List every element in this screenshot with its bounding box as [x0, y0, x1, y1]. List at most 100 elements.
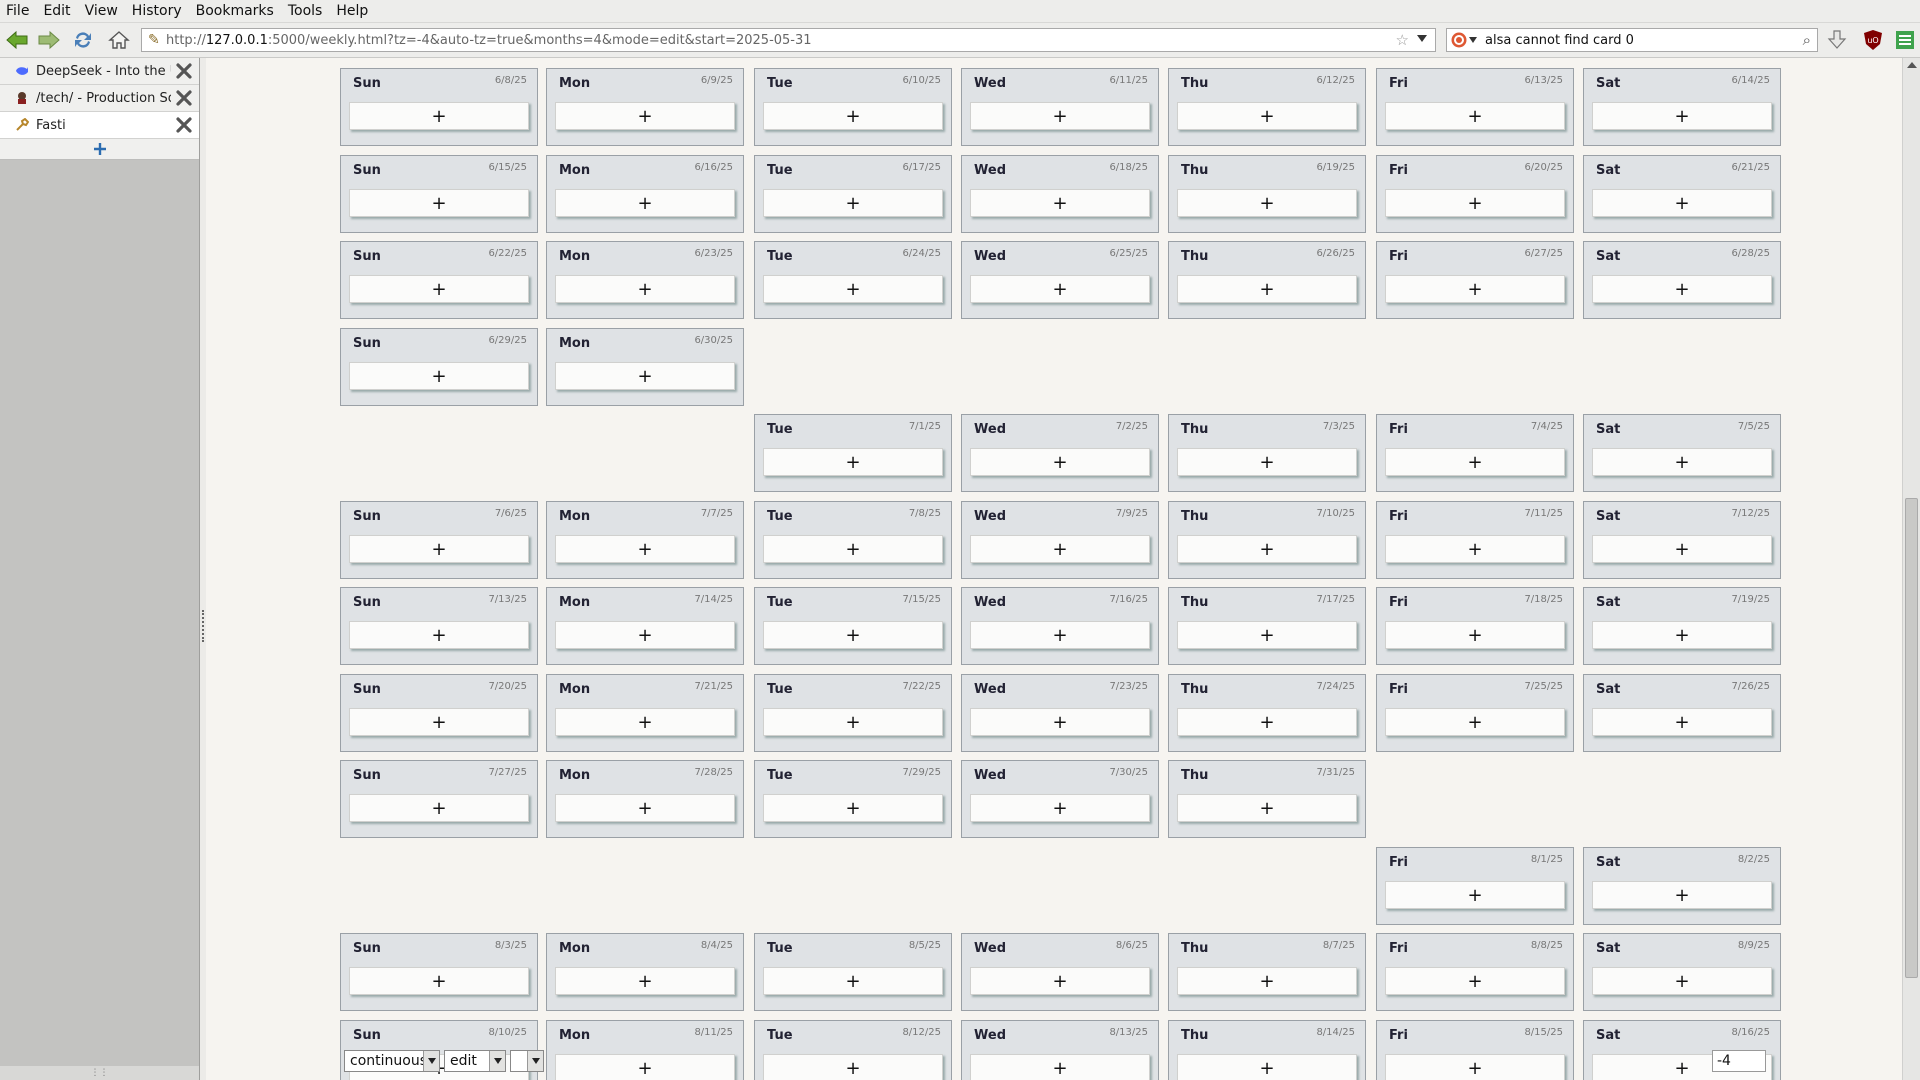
add-event-button[interactable]: +	[349, 967, 529, 995]
add-event-button[interactable]: +	[555, 1054, 735, 1080]
add-event-button[interactable]: +	[1592, 448, 1772, 476]
tab-deepseek[interactable]: DeepSeek - Into the Unknown	[0, 58, 199, 85]
add-event-button[interactable]: +	[1592, 275, 1772, 303]
add-event-button[interactable]: +	[1592, 881, 1772, 909]
add-event-button[interactable]: +	[1177, 189, 1357, 217]
reload-button[interactable]	[70, 27, 96, 53]
add-event-button[interactable]: +	[970, 794, 1150, 822]
add-event-button[interactable]: +	[1385, 535, 1565, 563]
menu-help[interactable]: Help	[329, 3, 375, 19]
add-event-button[interactable]: +	[1385, 189, 1565, 217]
new-tab-button[interactable]	[0, 139, 199, 160]
add-event-button[interactable]: +	[1592, 102, 1772, 130]
add-event-button[interactable]: +	[970, 621, 1150, 649]
add-event-button[interactable]: +	[763, 102, 943, 130]
tab-tech[interactable]: /tech/ - Production Software	[0, 85, 199, 112]
add-event-button[interactable]: +	[1385, 448, 1565, 476]
add-event-button[interactable]: +	[1177, 621, 1357, 649]
close-tab-icon[interactable]	[175, 116, 193, 134]
view-mode-select[interactable]: continuous	[344, 1050, 440, 1072]
search-engine-selector[interactable]	[1449, 29, 1479, 51]
menu-history[interactable]: History	[125, 3, 189, 19]
add-event-button[interactable]: +	[970, 448, 1150, 476]
add-event-button[interactable]: +	[970, 1054, 1150, 1080]
add-event-button[interactable]: +	[555, 102, 735, 130]
add-event-button[interactable]: +	[555, 967, 735, 995]
close-tab-icon[interactable]	[175, 89, 193, 107]
edit-mode-select[interactable]: edit	[444, 1050, 506, 1072]
add-event-button[interactable]: +	[1177, 708, 1357, 736]
add-event-button[interactable]: +	[555, 794, 735, 822]
search-bar[interactable]: alsa cannot find card 0 ⌕	[1446, 28, 1818, 52]
address-bar[interactable]: ✎ http://127.0.0.1:5000/weekly.html?tz=-…	[141, 28, 1436, 52]
add-event-button[interactable]: +	[555, 362, 735, 390]
add-event-button[interactable]: +	[349, 708, 529, 736]
add-event-button[interactable]: +	[555, 275, 735, 303]
sidebar-resize-grip[interactable]: ⋮⋮	[0, 1066, 199, 1080]
add-event-button[interactable]: +	[763, 1054, 943, 1080]
add-event-button[interactable]: +	[763, 794, 943, 822]
add-event-button[interactable]: +	[1385, 1054, 1565, 1080]
add-event-button[interactable]: +	[1385, 708, 1565, 736]
menu-edit[interactable]: Edit	[36, 3, 77, 19]
add-event-button[interactable]: +	[970, 535, 1150, 563]
add-event-button[interactable]: +	[349, 189, 529, 217]
vertical-scrollbar[interactable]	[1902, 58, 1920, 1080]
bookmark-star-icon[interactable]: ☆	[1396, 31, 1409, 49]
add-event-button[interactable]: +	[1592, 189, 1772, 217]
add-event-button[interactable]: +	[1177, 102, 1357, 130]
add-event-button[interactable]: +	[763, 708, 943, 736]
extension-button[interactable]	[1892, 27, 1918, 53]
ublock-button[interactable]: uO	[1860, 27, 1886, 53]
add-event-button[interactable]: +	[1177, 1054, 1357, 1080]
search-icon[interactable]: ⌕	[1803, 31, 1811, 49]
menu-bookmarks[interactable]: Bookmarks	[189, 3, 281, 19]
add-event-button[interactable]: +	[970, 708, 1150, 736]
add-event-button[interactable]: +	[555, 189, 735, 217]
url-history-dropdown-icon[interactable]	[1417, 35, 1427, 42]
add-event-button[interactable]: +	[1385, 621, 1565, 649]
add-event-button[interactable]: +	[970, 102, 1150, 130]
extra-select[interactable]	[510, 1050, 544, 1072]
add-event-button[interactable]: +	[555, 708, 735, 736]
tab-fasti[interactable]: Fasti	[0, 112, 199, 139]
add-event-button[interactable]: +	[1177, 794, 1357, 822]
add-event-button[interactable]: +	[763, 189, 943, 217]
home-button[interactable]	[106, 27, 132, 53]
add-event-button[interactable]: +	[1177, 535, 1357, 563]
add-event-button[interactable]: +	[763, 535, 943, 563]
add-event-button[interactable]: +	[970, 275, 1150, 303]
menu-tools[interactable]: Tools	[281, 3, 330, 19]
scrollbar-thumb[interactable]	[1905, 498, 1918, 978]
add-event-button[interactable]: +	[763, 967, 943, 995]
add-event-button[interactable]: +	[1385, 275, 1565, 303]
add-event-button[interactable]: +	[970, 189, 1150, 217]
add-event-button[interactable]: +	[349, 535, 529, 563]
add-event-button[interactable]: +	[763, 621, 943, 649]
add-event-button[interactable]: +	[1592, 967, 1772, 995]
close-tab-icon[interactable]	[175, 62, 193, 80]
add-event-button[interactable]: +	[1385, 967, 1565, 995]
add-event-button[interactable]: +	[1592, 621, 1772, 649]
add-event-button[interactable]: +	[555, 535, 735, 563]
add-event-button[interactable]: +	[349, 621, 529, 649]
add-event-button[interactable]: +	[1177, 275, 1357, 303]
add-event-button[interactable]: +	[349, 794, 529, 822]
add-event-button[interactable]: +	[349, 275, 529, 303]
add-event-button[interactable]: +	[970, 967, 1150, 995]
menu-file[interactable]: File	[0, 3, 36, 19]
tz-offset-input[interactable]: -4	[1712, 1050, 1766, 1072]
add-event-button[interactable]: +	[763, 448, 943, 476]
add-event-button[interactable]: +	[349, 362, 529, 390]
add-event-button[interactable]: +	[1385, 102, 1565, 130]
add-event-button[interactable]: +	[1592, 535, 1772, 563]
add-event-button[interactable]: +	[1592, 708, 1772, 736]
add-event-button[interactable]: +	[763, 275, 943, 303]
downloads-button[interactable]	[1824, 27, 1850, 53]
add-event-button[interactable]: +	[1177, 448, 1357, 476]
menu-view[interactable]: View	[78, 3, 125, 19]
search-input[interactable]: alsa cannot find card 0	[1485, 33, 1634, 48]
back-button[interactable]	[4, 27, 30, 53]
forward-button[interactable]	[36, 27, 62, 53]
scroll-up-icon[interactable]	[1907, 62, 1917, 68]
